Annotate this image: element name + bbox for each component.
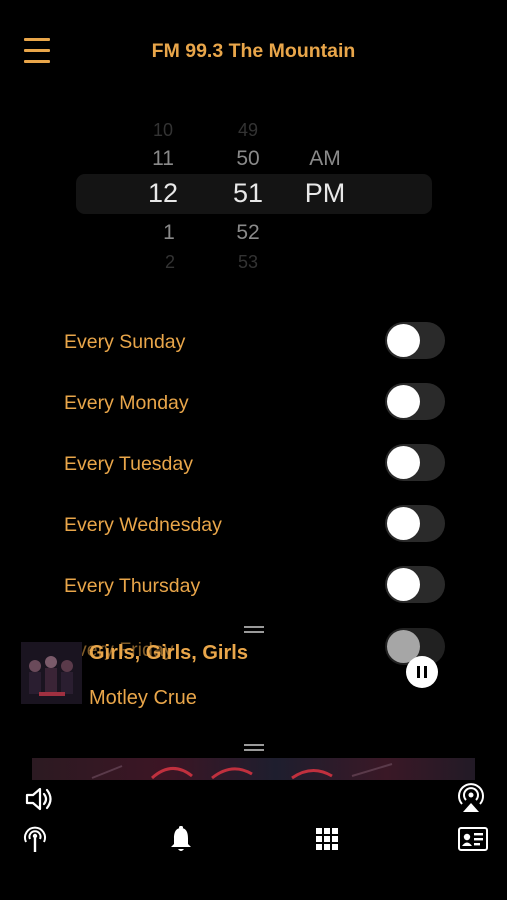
toggle-knob: [387, 446, 420, 479]
day-toggle[interactable]: [385, 383, 445, 420]
picker-minute-selected[interactable]: 51: [218, 178, 278, 209]
picker-hour[interactable]: 10: [133, 120, 193, 141]
broadcast-icon[interactable]: [21, 824, 49, 854]
time-picker[interactable]: 10 11 12 1 2 49 50 51 52 53 AM PM: [76, 118, 432, 273]
contact-card-icon[interactable]: [458, 827, 488, 851]
page-title: FM 99.3 The Mountain: [151, 40, 356, 62]
day-toggle[interactable]: [385, 322, 445, 359]
picker-hour-selected[interactable]: 12: [133, 178, 193, 209]
pause-icon[interactable]: [406, 656, 438, 688]
album-art-image: [21, 642, 82, 704]
artist-name: Motley Crue: [89, 687, 197, 709]
picker-period-selected[interactable]: PM: [295, 178, 355, 209]
day-label: Every Monday: [64, 392, 189, 414]
picker-hour[interactable]: 1: [139, 221, 199, 245]
picker-minute[interactable]: 49: [218, 120, 278, 141]
day-label: Every Wednesday: [64, 514, 222, 536]
toggle-knob: [387, 507, 420, 540]
drag-handle-icon[interactable]: [244, 626, 264, 633]
album-art-large: [32, 758, 475, 780]
picker-hour[interactable]: 11: [133, 147, 193, 171]
header: FM 99.3 The Mountain: [0, 0, 507, 105]
day-label: Every Sunday: [64, 331, 186, 353]
bottom-bar: [0, 780, 507, 900]
day-label: Every Thursday: [64, 575, 201, 597]
song-title: Girls, Girls, Girls: [89, 642, 248, 664]
picker-minute[interactable]: 53: [218, 252, 278, 273]
day-row-monday: Every Monday: [0, 373, 507, 434]
album-art: [21, 642, 82, 704]
day-row-tuesday: Every Tuesday: [0, 434, 507, 495]
day-row-wednesday: Every Wednesday: [0, 495, 507, 556]
toggle-knob: [387, 324, 420, 357]
day-row-sunday: Every Sunday: [0, 312, 507, 373]
day-row-thursday: Every Thursday: [0, 556, 507, 617]
drag-handle-icon[interactable]: [244, 744, 264, 751]
bell-icon[interactable]: [169, 826, 193, 854]
volume-icon[interactable]: [24, 784, 54, 814]
picker-period[interactable]: AM: [295, 147, 355, 171]
airplay-icon[interactable]: [455, 782, 487, 814]
toggle-knob: [387, 385, 420, 418]
picker-minute[interactable]: 52: [218, 221, 278, 245]
grid-icon[interactable]: [316, 828, 338, 850]
album-art-large-image: [91, 763, 393, 780]
day-toggle[interactable]: [385, 505, 445, 542]
day-toggle[interactable]: [385, 444, 445, 481]
toggle-knob: [387, 568, 420, 601]
day-label: Every Tuesday: [64, 453, 193, 475]
picker-hour[interactable]: 2: [140, 252, 200, 273]
day-toggle[interactable]: [385, 566, 445, 603]
picker-minute[interactable]: 50: [218, 147, 278, 171]
